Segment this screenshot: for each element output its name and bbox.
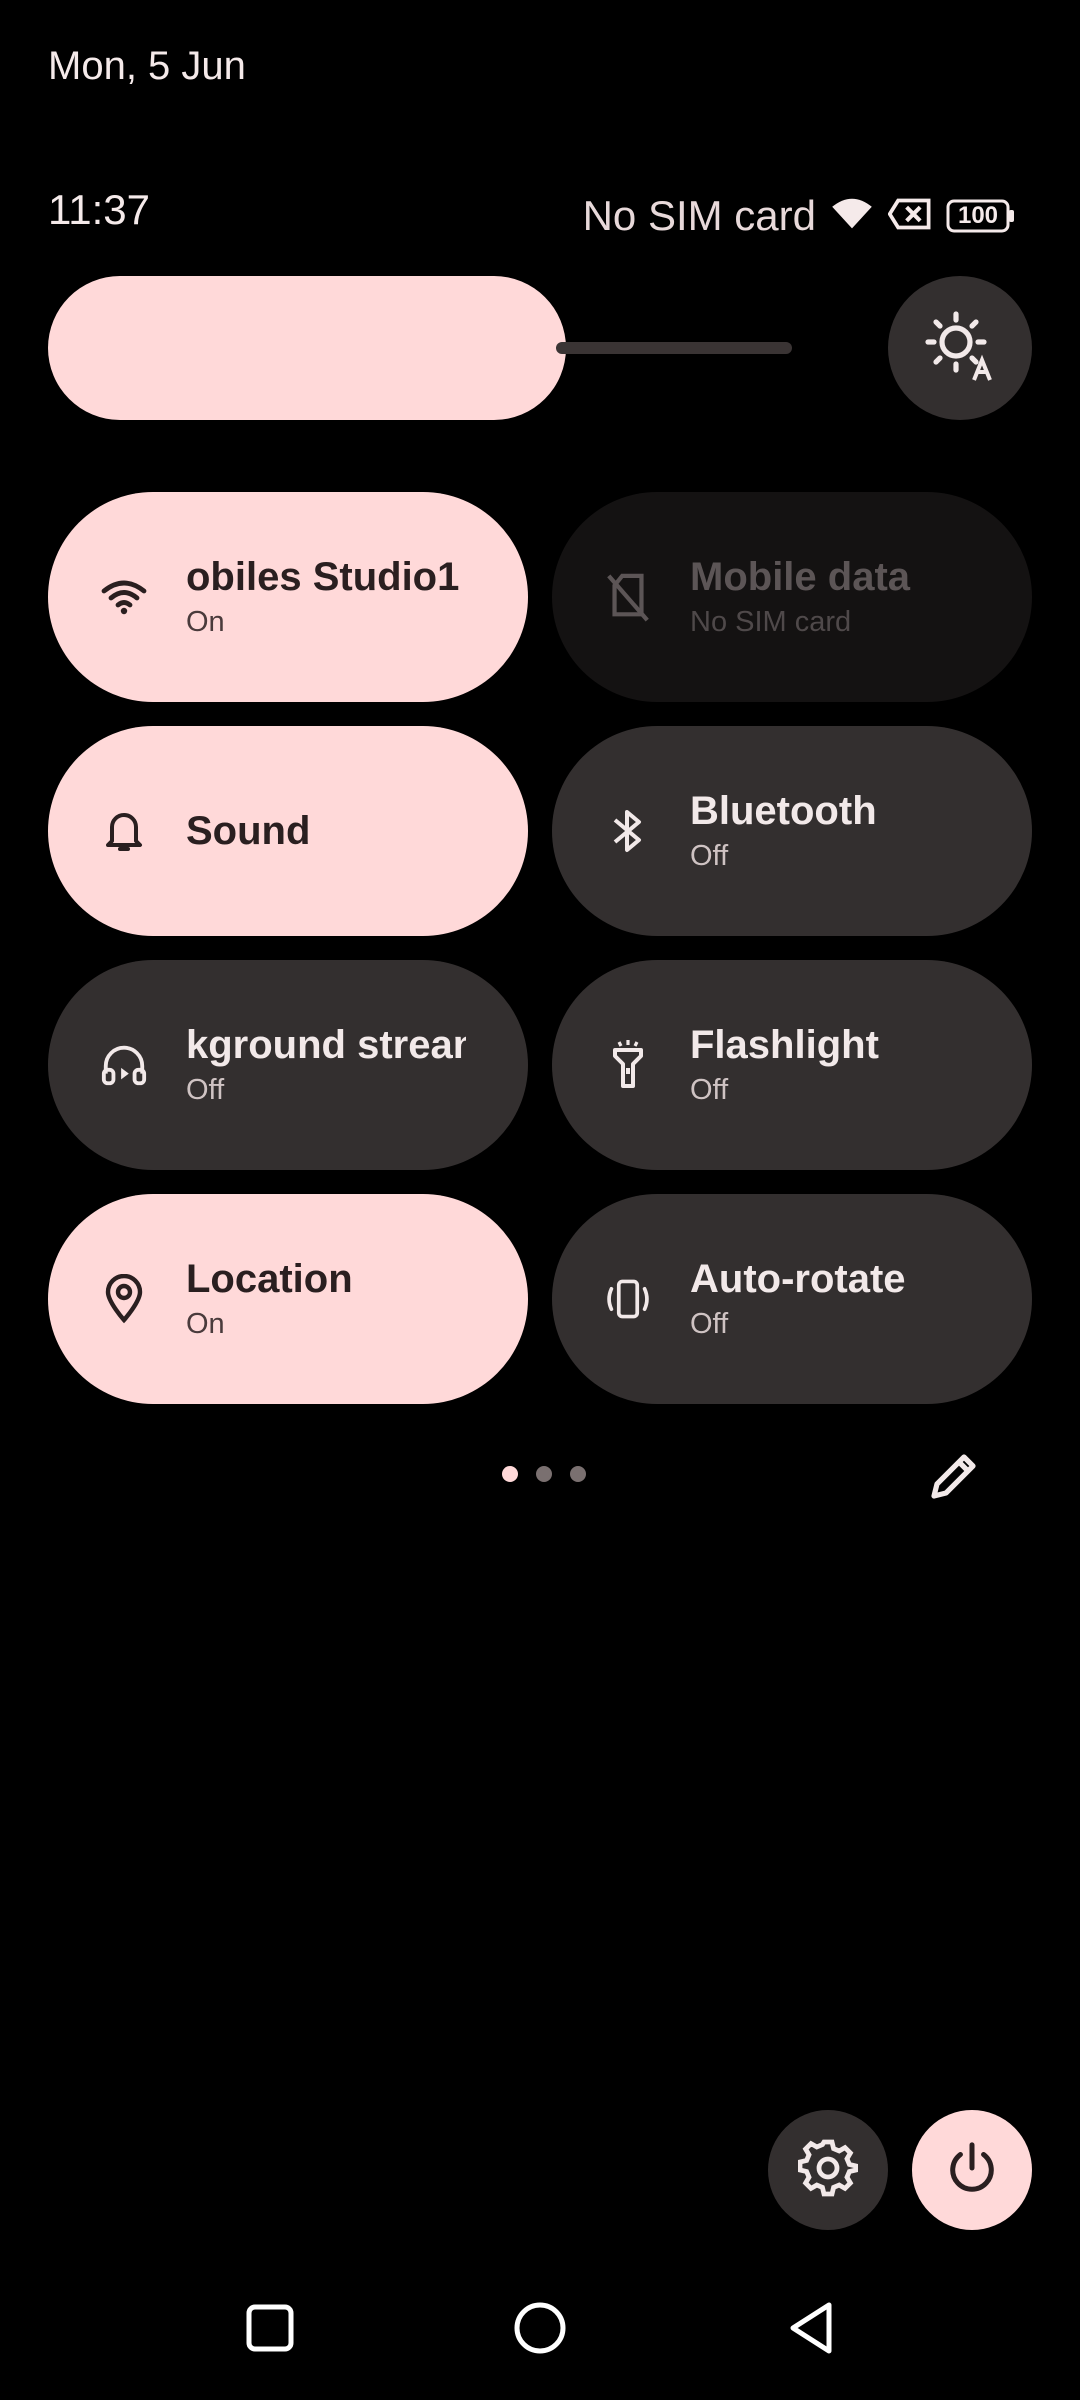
tile-title: obiles Studio1 (186, 555, 460, 599)
clock: 11:37 (48, 186, 150, 233)
auto-brightness-button[interactable] (888, 276, 1032, 420)
auto-brightness-icon (924, 310, 996, 387)
location-pin-icon (100, 1274, 148, 1324)
bell-icon (100, 807, 148, 855)
wifi-icon (100, 573, 148, 621)
brightness-fill[interactable] (48, 276, 566, 420)
tile-title: Location (186, 1257, 353, 1301)
battery-level: 100 (957, 202, 999, 229)
date-label: Mon, 5 Jun (48, 44, 246, 88)
sim-status-text: No SIM card (582, 192, 816, 239)
tile-wifi[interactable]: obiles Studio1 On (48, 492, 528, 702)
status-icons: No SIM card 100 (583, 188, 1016, 244)
tile-title: kground strean (186, 1023, 466, 1067)
tile-title: Bluetooth (690, 789, 877, 833)
tile-bluetooth[interactable]: Bluetooth Off (552, 726, 1032, 936)
auto-rotate-icon (604, 1275, 652, 1323)
tile-subtitle: Off (690, 840, 729, 872)
tile-no-sim[interactable]: Mobile data No SIM card (552, 492, 1032, 702)
power-button[interactable] (912, 2110, 1032, 2230)
tile-subtitle: On (186, 1308, 225, 1340)
square-icon (245, 2303, 295, 2358)
power-icon (945, 2141, 999, 2200)
tile-title: Mobile data (690, 555, 911, 599)
gear-icon (797, 2138, 859, 2203)
page-indicator[interactable] (502, 1466, 586, 1482)
page-dot-2[interactable] (536, 1466, 552, 1482)
brightness-track-rest[interactable] (556, 342, 792, 354)
tile-subtitle: Off (690, 1074, 729, 1106)
bluetooth-icon (604, 807, 652, 855)
edit-button[interactable] (924, 1446, 984, 1506)
pencil-icon (924, 1454, 984, 1510)
flashlight-icon (604, 1040, 652, 1089)
brightness-slider[interactable] (48, 276, 792, 420)
nav-home-button[interactable] (500, 2290, 580, 2370)
tile-subtitle: Off (690, 1308, 729, 1340)
tile-title: Sound (186, 808, 311, 853)
tile-subtitle: Off (186, 1074, 225, 1106)
back-triangle-icon (785, 2301, 839, 2360)
nav-recents-button[interactable] (230, 2290, 310, 2370)
tile-headphones[interactable]: kground strean Off (48, 960, 528, 1170)
no-sim-icon (604, 573, 652, 622)
tile-title: Flashlight (690, 1023, 879, 1067)
nav-back-button[interactable] (772, 2290, 852, 2370)
tile-subtitle: No SIM card (690, 606, 852, 638)
page-dot-1[interactable] (502, 1466, 518, 1482)
tile-bell[interactable]: Sound (48, 726, 528, 936)
headphones-icon (100, 1041, 148, 1089)
tile-auto-rotate[interactable]: Auto-rotate Off (552, 1194, 1032, 1404)
battery-icon: 100 (946, 199, 1016, 233)
wifi-status-icon (830, 196, 874, 237)
tile-location-pin[interactable]: Location On (48, 1194, 528, 1404)
tile-subtitle: On (186, 606, 225, 638)
tile-flashlight[interactable]: Flashlight Off (552, 960, 1032, 1170)
circle-icon (513, 2301, 567, 2360)
page-dot-3[interactable] (570, 1466, 586, 1482)
tile-title: Auto-rotate (690, 1257, 906, 1301)
no-data-icon (887, 198, 932, 235)
settings-button[interactable] (768, 2110, 888, 2230)
